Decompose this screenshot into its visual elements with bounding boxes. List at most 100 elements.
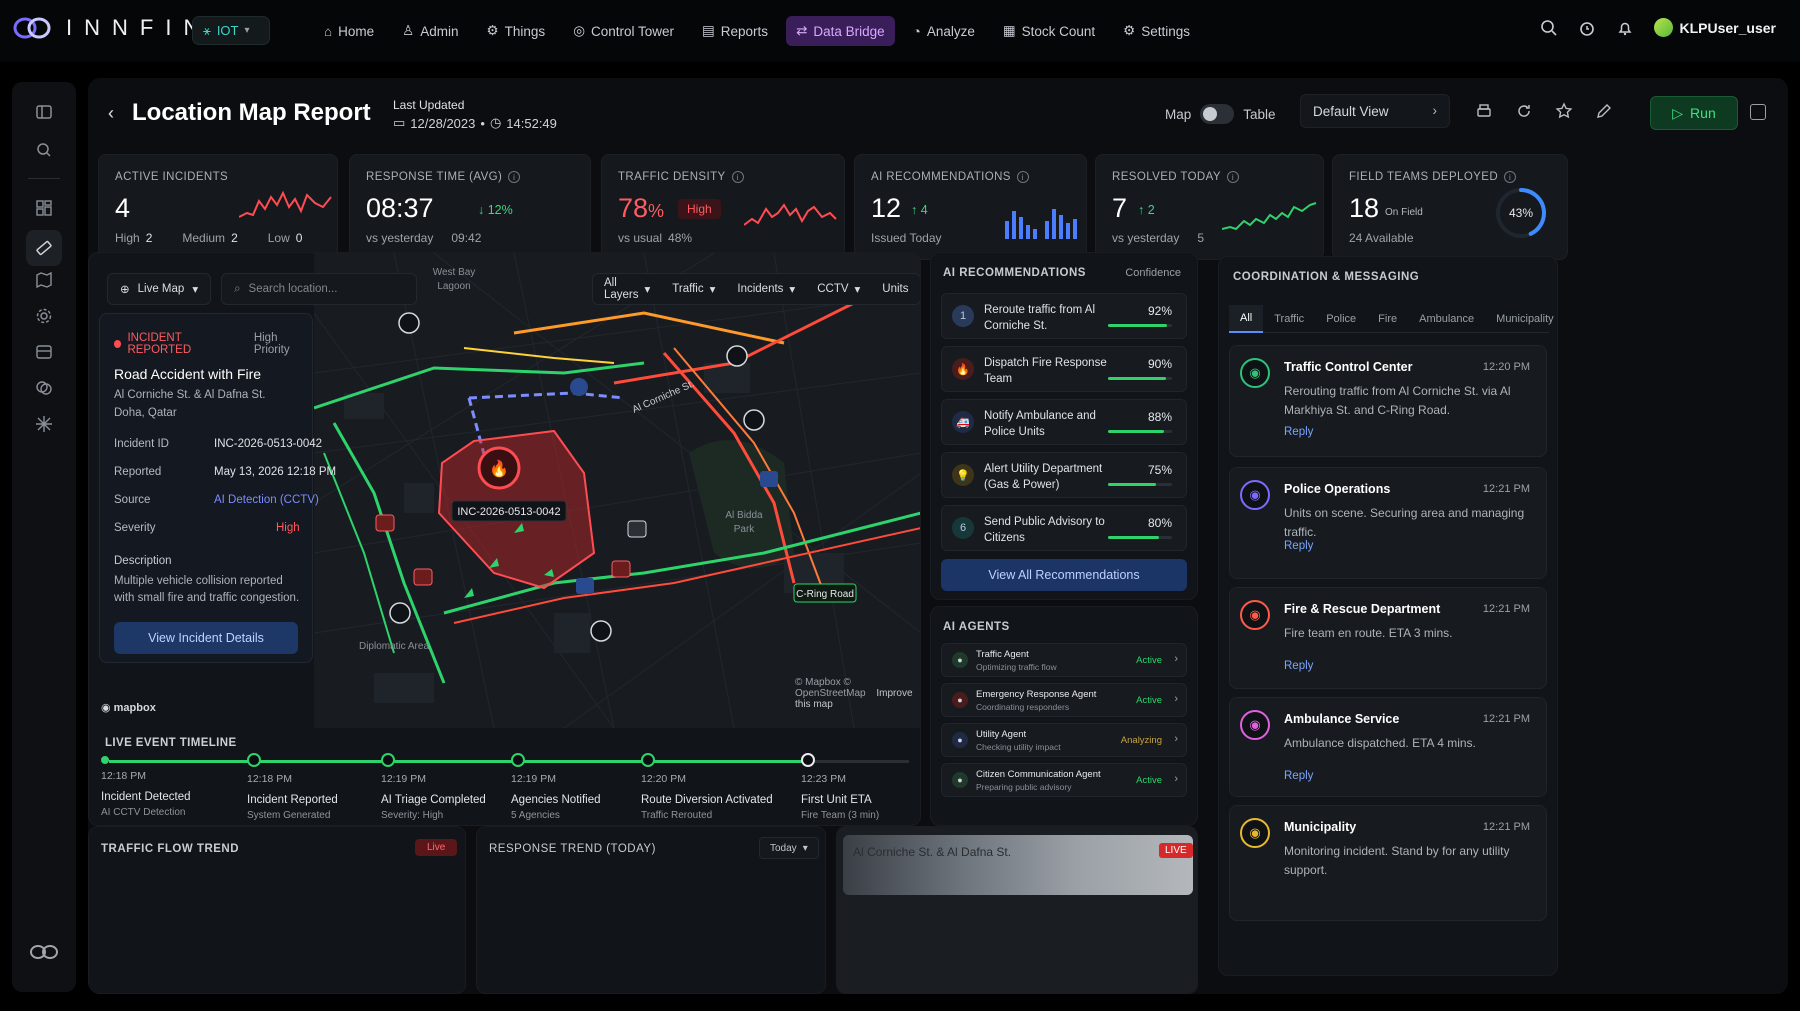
timeline-event[interactable]: 12:18 PM Incident Detected AI CCTV Detecti… (101, 753, 241, 818)
message-card[interactable]: ◉ Municipality 12:21 PM Monitoring incident… (1229, 805, 1547, 921)
layer-filter-all-layers[interactable]: All Layers ▾ (593, 277, 661, 301)
map-search-input[interactable]: ⌕ Search location... (221, 273, 418, 305)
recommendation-card[interactable]: 6 Send Public Advisory to Citizens 80% (941, 505, 1187, 551)
nav-item-control-tower[interactable]: ◎ Control Tower (563, 16, 684, 46)
message-card[interactable]: ◉ Police Operations 12:21 PM Units on scene… (1229, 467, 1547, 579)
iot-selector[interactable]: ⚹ IOT ▾ (192, 16, 270, 45)
run-label: Run (1690, 105, 1716, 121)
camera-image[interactable] (843, 835, 1193, 895)
kpi-resolved-today[interactable]: RESOLVED TODAY i 7 ↑ 2 vs yesterday 5 (1095, 154, 1324, 260)
tab-fire[interactable]: Fire (1367, 305, 1408, 333)
window-icon[interactable] (1750, 104, 1766, 120)
agent-name: Citizen Communication Agent (976, 769, 1101, 780)
info-icon[interactable]: i (1504, 171, 1517, 183)
kpi-response-time[interactable]: RESPONSE TIME (AVG) i 08:37 ↓ 12% vs yest… (349, 154, 591, 260)
edit-icon[interactable] (1595, 102, 1613, 120)
bell-icon[interactable] (1616, 19, 1634, 37)
agent-row[interactable]: ● Traffic Agent Optimizing traffic flow Act… (941, 643, 1187, 677)
recommendation-card[interactable]: 🚑 Notify Ambulance and Police Units 88% (941, 399, 1187, 445)
timeline-event[interactable]: 12:19 PM Agencies Notified 5 Agencies (511, 753, 651, 821)
nav-item-things[interactable]: ⚙ Things (477, 16, 556, 46)
incident-map-tag[interactable]: INC-2026-0513-0042 (457, 506, 560, 518)
city-map: 🔥 INC-2026-0513-0042 C-Ring Road West Ba… (313, 253, 920, 729)
reply-link[interactable]: Reply (1284, 540, 1313, 552)
user-menu[interactable]: KLPUser_user (1653, 18, 1776, 37)
search-icon[interactable] (34, 140, 54, 160)
info-icon[interactable]: i (1016, 171, 1029, 183)
message-card[interactable]: ◉ Traffic Control Center 12:20 PM Rerouting… (1229, 345, 1547, 457)
field-value[interactable]: AI Detection (CCTV) (214, 494, 319, 506)
view-all-recommendations-button[interactable]: View All Recommendations (941, 559, 1187, 591)
toggle-switch[interactable] (1200, 104, 1235, 124)
snowflake-icon[interactable] (34, 414, 54, 434)
tab-municipality[interactable]: Municipality (1485, 305, 1557, 333)
info-icon[interactable]: i (1226, 171, 1239, 183)
kpi-value: 18 (1349, 193, 1380, 223)
message-card[interactable]: ◉ Fire & Rescue Department 12:21 PM Fire te… (1229, 587, 1547, 689)
reply-link[interactable]: Reply (1284, 426, 1313, 438)
view-incident-button[interactable]: View Incident Details (114, 622, 298, 654)
nav-item-admin[interactable]: ♙ Admin (392, 16, 468, 46)
timeline-event[interactable]: 12:23 PM First Unit ETA Fire Team (3 min) (801, 753, 920, 821)
timeline-event[interactable]: 12:19 PM AI Triage Completed Severity: Hig… (381, 753, 521, 821)
info-icon[interactable]: i (508, 171, 521, 183)
nav-item-analyze[interactable]: ◔ Analyze (903, 16, 985, 46)
event-sub: 5 Agencies (511, 810, 560, 821)
tab-traffic[interactable]: Traffic (1263, 305, 1315, 333)
incident-field-row: Incident ID INC-2026-0513-0042 (114, 438, 322, 450)
star-icon[interactable] (1555, 102, 1573, 120)
agent-row[interactable]: ● Citizen Communication Agent Preparing pu… (941, 763, 1187, 797)
info-icon[interactable]: i (731, 171, 744, 183)
svg-text:🔥: 🔥 (489, 459, 509, 478)
ruler-icon[interactable] (26, 230, 62, 266)
kpi-ai-recommendations[interactable]: AI RECOMMENDATIONS i 12 ↑ 4 Issued Today (854, 154, 1087, 260)
agency-icon: ◉ (1240, 600, 1270, 630)
tab-police[interactable]: Police (1315, 305, 1367, 333)
reply-link[interactable]: Reply (1284, 770, 1313, 782)
infinity-icon[interactable] (28, 942, 60, 962)
tab-all[interactable]: All (1229, 305, 1264, 333)
reply-link[interactable]: Reply (1284, 660, 1313, 672)
database-icon[interactable] (34, 342, 54, 362)
map-icon[interactable] (34, 270, 54, 290)
map-table-toggle[interactable]: Map Table (1165, 104, 1276, 124)
dashboard-icon[interactable] (34, 198, 54, 218)
panel-title: RESPONSE TREND (TODAY) (489, 843, 656, 855)
message-card[interactable]: ◉ Ambulance Service 12:21 PM Ambulance disp… (1229, 697, 1547, 797)
chat-icon[interactable] (34, 378, 54, 398)
alarm-icon[interactable] (1578, 19, 1596, 37)
timeline-event[interactable]: 12:18 PM Incident Reported System Generate… (247, 753, 387, 821)
back-chevron-icon[interactable]: ‹ (108, 103, 114, 124)
agent-row[interactable]: ● Emergency Response Agent Coordinating re… (941, 683, 1187, 717)
agent-row[interactable]: ● Utility Agent Checking utility impact Ana… (941, 723, 1187, 757)
tab-ambulance[interactable]: Ambulance (1408, 305, 1485, 333)
kpi-field-teams[interactable]: FIELD TEAMS DEPLOYED i 18 On Field 24 Ava… (1332, 154, 1568, 260)
sidebar-toggle-icon[interactable] (34, 102, 54, 122)
gear-icon[interactable] (34, 306, 54, 326)
print-icon[interactable] (1475, 102, 1493, 120)
refresh-icon[interactable] (1515, 102, 1533, 120)
kpi-traffic-density[interactable]: TRAFFIC DENSITY i 78% High vs usual 48% (601, 154, 845, 260)
kpi-active-incidents[interactable]: ACTIVE INCIDENTS 4 High 2 Medium 2 Low 0 (98, 154, 338, 260)
layer-filter-traffic[interactable]: Traffic ▾ (661, 282, 726, 296)
search-icon[interactable] (1540, 19, 1558, 37)
map-canvas[interactable]: 🔥 INC-2026-0513-0042 C-Ring Road West Ba… (313, 253, 920, 729)
live-map-dropdown[interactable]: ⊕ Live Map ▾ (107, 273, 212, 305)
nav-item-data-bridge[interactable]: ⇄ Data Bridge (786, 16, 895, 46)
layer-filter-units[interactable]: Units (871, 283, 919, 295)
period-dropdown[interactable]: Today ▾ (759, 837, 819, 859)
kpi-value: 08:37 (366, 193, 434, 223)
recommendation-card[interactable]: 1 Reroute traffic from Al Corniche St. 92% (941, 293, 1187, 339)
nav-item-stock-count[interactable]: ▦ Stock Count (993, 16, 1105, 46)
recommendation-card[interactable]: 💡 Alert Utility Department (Gas & Power) 7… (941, 452, 1187, 498)
calendar-icon: ▭ (393, 115, 406, 130)
run-button[interactable]: ▷ Run (1650, 96, 1738, 130)
nav-item-home[interactable]: ⌂ Home (314, 16, 384, 46)
recommendation-card[interactable]: 🔥 Dispatch Fire Response Team 90% (941, 346, 1187, 392)
layer-filter-cctv[interactable]: CCTV ▾ (806, 282, 871, 296)
timeline-event[interactable]: 12:20 PM Route Diversion Activated Traffic… (641, 753, 781, 821)
nav-item-settings[interactable]: ⚙ Settings (1113, 16, 1200, 46)
nav-item-reports[interactable]: ▤ Reports (692, 16, 778, 46)
view-selector[interactable]: Default View › (1300, 94, 1450, 128)
layer-filter-incidents[interactable]: Incidents ▾ (726, 282, 806, 296)
